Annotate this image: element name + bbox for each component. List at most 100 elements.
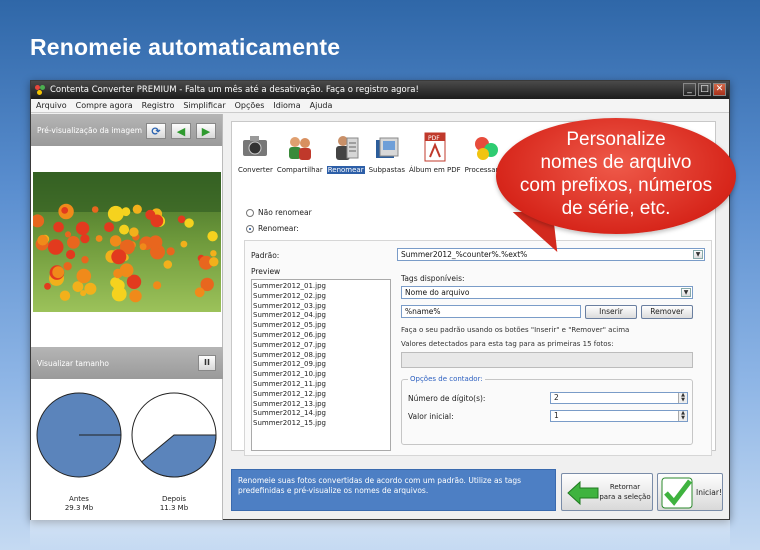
- detected-text: Valores detectados para esta tag para as…: [401, 340, 614, 348]
- flower-shape: [91, 206, 99, 213]
- flower-shape: [148, 235, 163, 249]
- list-item: Summer2012_15.jpg: [253, 419, 326, 428]
- flower-shape: [44, 282, 51, 290]
- detected-values-box: [401, 352, 693, 368]
- menu-arquivo[interactable]: Arquivo: [36, 101, 67, 110]
- rename-label: Renomear:: [258, 224, 299, 233]
- list-item: Summer2012_14.jpg: [253, 409, 326, 418]
- toolbar: Converter Compartilhar Renomear Subpasta…: [238, 130, 507, 174]
- flower-shape: [67, 236, 80, 249]
- before-caption: Antes 29.3 Mb: [49, 495, 109, 513]
- tool-renomear[interactable]: Renomear: [326, 130, 365, 174]
- flower-shape: [163, 260, 173, 269]
- rename-option[interactable]: Renomear:: [246, 224, 299, 233]
- callout-line: nomes de arquivo: [540, 152, 692, 173]
- preview-list[interactable]: Summer2012_01.jpg Summer2012_02.jpg Summer…: [251, 279, 391, 451]
- preview-title: Pré-visualização da imagem: [37, 125, 143, 135]
- radio-no-rename[interactable]: [246, 208, 254, 217]
- tool-subpastas[interactable]: Subpastas: [369, 130, 405, 174]
- menu-idioma[interactable]: Idioma: [273, 101, 300, 110]
- pdf-icon: PDF: [420, 130, 450, 164]
- chevron-down-icon[interactable]: ▼: [693, 250, 703, 259]
- callout-line: de série, etc.: [561, 198, 671, 219]
- insert-button[interactable]: Inserir: [585, 305, 637, 319]
- tag-selected: Nome do arquivo: [405, 288, 470, 297]
- list-item: Summer2012_07.jpg: [253, 340, 326, 349]
- preview-label: Preview: [251, 267, 281, 276]
- digits-value: 2: [554, 393, 559, 402]
- menu-opcoes[interactable]: Opções: [235, 101, 265, 110]
- menu-simplificar[interactable]: Simplificar: [183, 101, 225, 110]
- flower-shape: [194, 287, 205, 298]
- tool-compartilhar[interactable]: Compartilhar: [277, 130, 323, 174]
- checkmark-icon: [661, 477, 693, 509]
- tag-select[interactable]: Nome do arquivo ▼: [401, 286, 693, 299]
- flower-shape: [132, 204, 142, 214]
- list-item: Summer2012_06.jpg: [253, 330, 326, 339]
- preview-header: Pré-visualização da imagem ⟳ ◀ ▶: [31, 114, 222, 146]
- flower-shape: [61, 207, 69, 214]
- flower-shape: [111, 249, 127, 265]
- list-item: Summer2012_08.jpg: [253, 350, 326, 359]
- flower-shape: [119, 224, 130, 235]
- list-item: Summer2012_13.jpg: [253, 399, 326, 408]
- tool-album-pdf[interactable]: PDF Álbum em PDF: [409, 130, 461, 174]
- radio-rename[interactable]: [246, 224, 254, 233]
- flower-shape: [53, 221, 64, 233]
- close-button[interactable]: ✕: [713, 83, 726, 96]
- back-button[interactable]: Retornar para a seleção: [561, 473, 653, 511]
- callout-line: Personalize: [566, 129, 666, 150]
- flower-shape: [80, 234, 90, 244]
- start-label: Iniciar!: [696, 488, 722, 497]
- flower-shape: [64, 231, 72, 238]
- callout-line: com prefixos, números: [519, 175, 713, 196]
- back-label: Retornar para a seleção: [599, 483, 651, 501]
- pause-button[interactable]: II: [198, 355, 216, 371]
- digits-stepper[interactable]: 2 ▲ ▼: [550, 392, 688, 404]
- title-bar: Contenta Converter PREMIUM - Falta um mê…: [31, 81, 729, 99]
- maximize-button[interactable]: □: [698, 83, 711, 96]
- list-item: Summer2012_04.jpg: [253, 311, 326, 320]
- list-item: Summer2012_12.jpg: [253, 389, 326, 398]
- start-button[interactable]: Iniciar!: [657, 473, 723, 511]
- tool-label: Subpastas: [368, 166, 405, 174]
- svg-text:PDF: PDF: [428, 135, 440, 142]
- flower-shape: [111, 286, 127, 302]
- tags-label: Tags disponíveis:: [401, 274, 465, 283]
- flower-shape: [180, 240, 188, 248]
- info-box: Renomeie suas fotos convertidas de acord…: [231, 469, 556, 511]
- help-text: Faça o seu padrão usando os botões "Inse…: [401, 326, 630, 334]
- tag-value-input[interactable]: %name%: [401, 305, 581, 318]
- rename-settings: Padrão: Summer2012_%counter%.%ext% ▼ Pre…: [244, 240, 712, 456]
- minimize-button[interactable]: _: [683, 83, 696, 96]
- no-rename-option[interactable]: Não renomear: [246, 208, 312, 217]
- start-stepper[interactable]: 1 ▲ ▼: [550, 410, 688, 422]
- remove-button[interactable]: Remover: [641, 305, 693, 319]
- flower-shape: [109, 235, 122, 247]
- flower-shape: [107, 205, 124, 222]
- flower-shape: [76, 268, 92, 284]
- flower-shape: [47, 239, 64, 255]
- arrow-left-icon: [567, 480, 599, 506]
- tool-label: Renomear: [326, 166, 365, 174]
- flower-shape: [129, 227, 139, 237]
- previous-image-button[interactable]: ◀: [171, 123, 191, 139]
- pattern-label: Padrão:: [251, 251, 280, 260]
- next-image-button[interactable]: ▶: [196, 123, 216, 139]
- list-item: Summer2012_01.jpg: [253, 282, 326, 290]
- menu-compre-agora[interactable]: Compre agora: [76, 101, 133, 110]
- tool-converter[interactable]: Converter: [238, 130, 273, 174]
- chevron-down-icon[interactable]: ▼: [681, 288, 691, 297]
- flower-shape: [184, 218, 194, 228]
- flower-shape: [95, 235, 103, 242]
- stepper-arrows-icon[interactable]: ▲ ▼: [678, 411, 687, 421]
- after-caption: Depois 11.3 Mb: [144, 495, 204, 513]
- menu-ajuda[interactable]: Ajuda: [310, 101, 333, 110]
- rotate-button[interactable]: ⟳: [146, 123, 166, 139]
- stepper-arrows-icon[interactable]: ▲ ▼: [678, 393, 687, 403]
- flower-shape: [129, 289, 142, 303]
- flower-shape: [139, 243, 147, 251]
- left-panel: Pré-visualização da imagem ⟳ ◀ ▶ Visuali…: [31, 114, 223, 520]
- menu-registro[interactable]: Registro: [142, 101, 175, 110]
- flower-shape: [177, 215, 186, 224]
